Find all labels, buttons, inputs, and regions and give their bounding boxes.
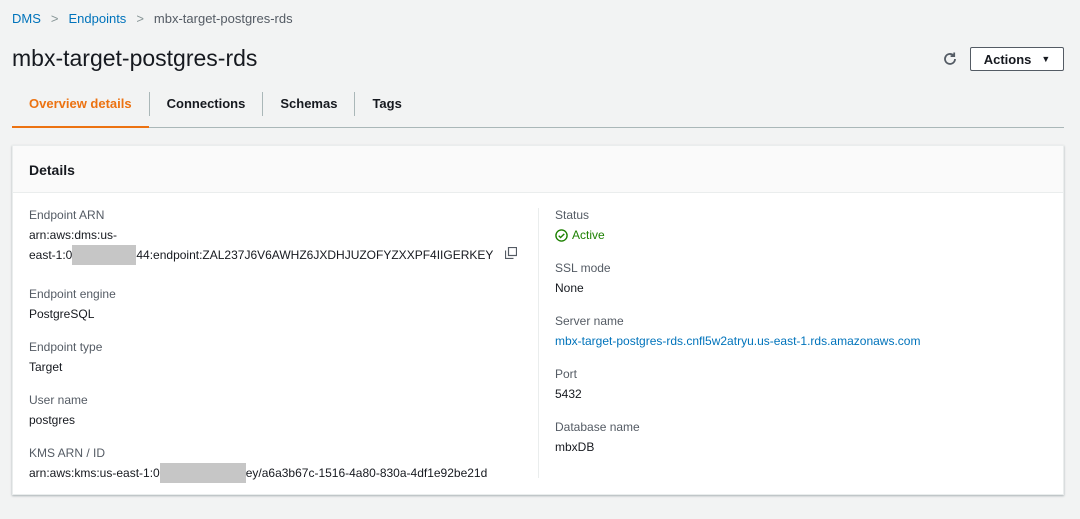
- endpoint-engine-field: Endpoint engine PostgreSQL: [29, 287, 116, 324]
- endpoint-type-label: Endpoint type: [29, 340, 103, 354]
- endpoint-arn-line1: arn:aws:dms:us-: [29, 228, 118, 242]
- endpoint-arn-line2-suffix: 44:endpoint:ZAL237J6V6AWHZ6JXDHJUZOFYZXX…: [136, 248, 494, 262]
- copy-icon[interactable]: [505, 245, 518, 265]
- kms-arn-suffix: ey/a6a3b67c-1516-4a80-830a-4df1e92be21d: [245, 466, 488, 480]
- chevron-right-icon: >: [136, 11, 144, 26]
- tab-tags[interactable]: Tags: [355, 90, 418, 128]
- endpoint-type-value: Target: [29, 360, 63, 374]
- refresh-icon: [944, 52, 956, 65]
- user-name-label: User name: [29, 393, 88, 407]
- status-label: Status: [555, 208, 590, 222]
- breadcrumb: DMS > Endpoints > mbx-target-postgres-rd…: [12, 11, 293, 26]
- refresh-button[interactable]: [938, 48, 962, 70]
- user-name-value: postgres: [29, 413, 76, 427]
- endpoint-arn-line2-prefix: east-1:0: [29, 248, 73, 262]
- endpoint-arn-field: Endpoint ARN arn:aws:dms:us- east-1:0 44:…: [29, 208, 518, 265]
- server-name-field: Server name mbx-target-postgres-rds.cnfl…: [555, 314, 920, 351]
- details-header: Details: [13, 146, 1063, 193]
- server-name-label: Server name: [555, 314, 624, 328]
- server-name-link[interactable]: mbx-target-postgres-rds.cnfl5w2atryu.us-…: [555, 334, 920, 348]
- ssl-mode-field: SSL mode None: [555, 261, 611, 298]
- port-field: Port 5432: [555, 367, 582, 404]
- ssl-mode-value: None: [555, 281, 584, 295]
- breadcrumb-endpoints[interactable]: Endpoints: [68, 11, 126, 26]
- column-divider: [538, 208, 539, 478]
- actions-button[interactable]: Actions ▼: [970, 47, 1064, 71]
- database-name-value: mbxDB: [555, 440, 595, 454]
- user-name-field: User name postgres: [29, 393, 88, 430]
- endpoint-arn-value: arn:aws:dms:us- east-1:0 44:endpoint:ZAL2…: [29, 225, 518, 265]
- endpoint-engine-value: PostgreSQL: [29, 307, 95, 321]
- port-label: Port: [555, 367, 578, 381]
- database-name-field: Database name mbxDB: [555, 420, 640, 457]
- kms-arn-value: arn:aws:kms:us-east-1:0 ey/a6a3b67c-1516-…: [29, 463, 487, 483]
- kms-arn-field: KMS ARN / ID arn:aws:kms:us-east-1:0 ey/a…: [29, 446, 487, 483]
- kms-arn-label: KMS ARN / ID: [29, 446, 106, 460]
- endpoint-arn-label: Endpoint ARN: [29, 208, 105, 222]
- page-title: mbx-target-postgres-rds: [12, 45, 258, 71]
- status-value: Active: [555, 225, 605, 245]
- tab-overview-details[interactable]: Overview details: [12, 90, 149, 128]
- tab-bar: Overview details Connections Schemas Tag…: [12, 90, 1064, 128]
- port-value: 5432: [555, 387, 582, 401]
- status-text: Active: [572, 228, 605, 242]
- ssl-mode-label: SSL mode: [555, 261, 611, 275]
- details-panel: Details Endpoint ARN arn:aws:dms:us- eas…: [12, 145, 1064, 495]
- tab-schemas[interactable]: Schemas: [263, 90, 354, 128]
- kms-arn-prefix: arn:aws:kms:us-east-1:0: [29, 466, 160, 480]
- caret-down-icon: ▼: [1041, 54, 1051, 64]
- redacted-account-id: [159, 463, 246, 483]
- chevron-right-icon: >: [50, 11, 59, 26]
- database-name-label: Database name: [555, 420, 640, 434]
- endpoint-type-field: Endpoint type Target: [29, 340, 102, 377]
- breadcrumb-current: mbx-target-postgres-rds: [153, 11, 293, 26]
- breadcrumb-dms[interactable]: DMS: [12, 11, 41, 26]
- actions-button-label: Actions: [983, 51, 1032, 67]
- check-circle-icon: [555, 228, 568, 242]
- endpoint-engine-label: Endpoint engine: [29, 287, 116, 301]
- tab-connections[interactable]: Connections: [150, 90, 263, 128]
- redacted-account-id: [72, 245, 137, 265]
- status-field: Status Active: [555, 208, 605, 245]
